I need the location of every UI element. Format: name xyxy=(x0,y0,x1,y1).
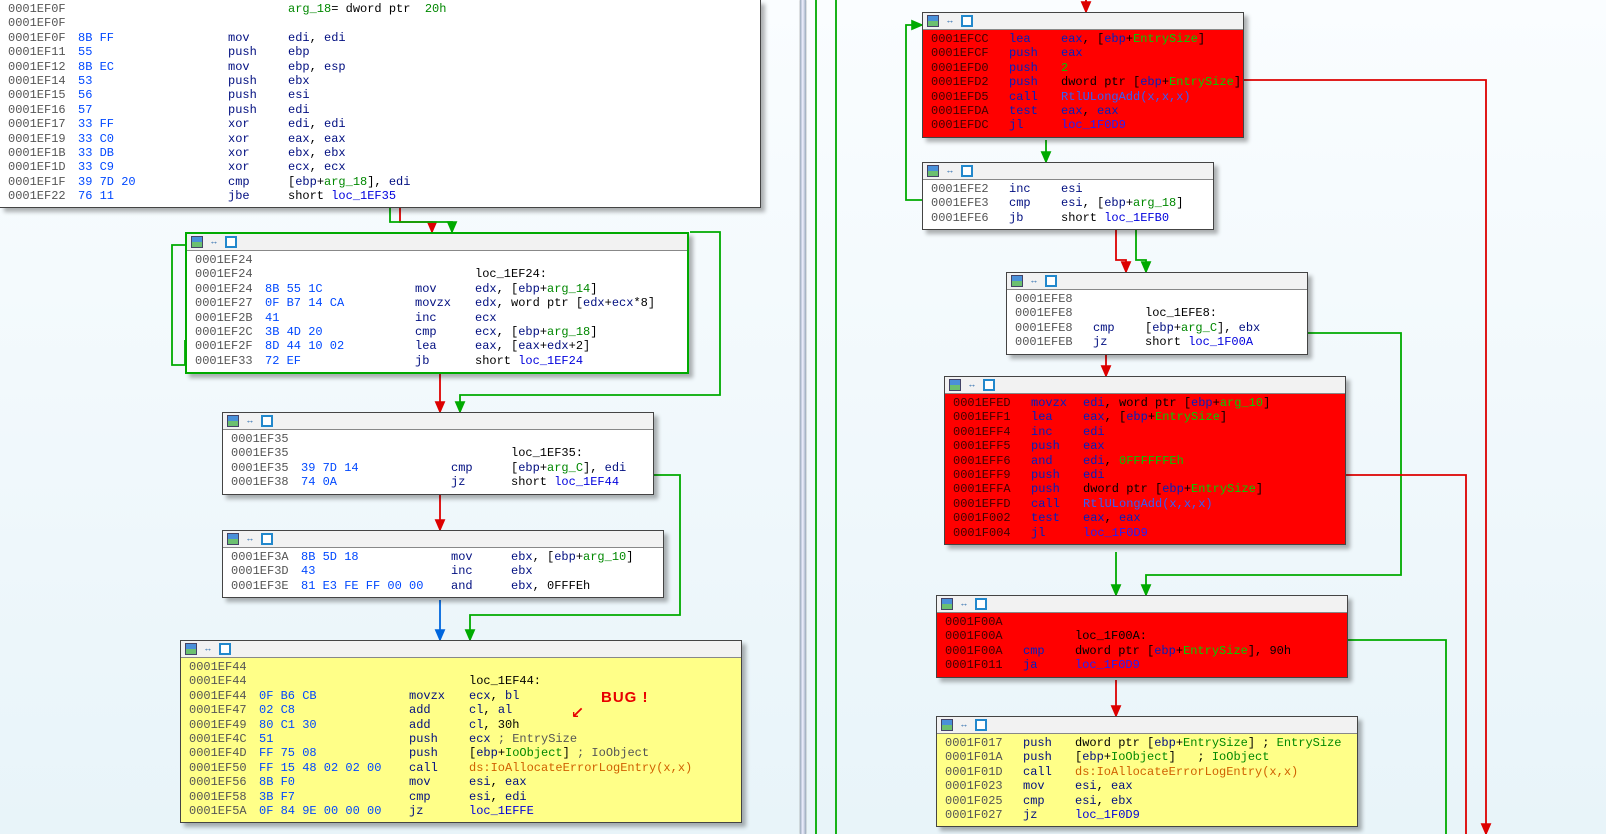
block-1ef24-loop[interactable]: ↔ 0001EF240001EF24loc_1EF24:0001EF248B 5… xyxy=(185,232,689,374)
block-1efed[interactable]: ↔ 0001EFEDmovzxedi, word ptr [ebp+arg_10… xyxy=(944,376,1346,545)
block-1f017[interactable]: ↔ 0001F017pushdword ptr [ebp+EntrySize] … xyxy=(936,716,1358,827)
bug-arrow-icon: ↙ xyxy=(571,699,584,725)
graph-icon xyxy=(191,236,203,248)
swap-icon: ↔ xyxy=(209,237,219,247)
block-1efcc[interactable]: ↔ 0001EFCCleaeax, [ebp+EntrySize]0001EFC… xyxy=(922,12,1244,138)
block-func-entry[interactable]: 0001EF0Farg_18= dword ptr 20h0001EF0F000… xyxy=(0,0,761,208)
block-1ef3a[interactable]: ↔ 0001EF3A8B 5D 18movebx, [ebp+arg_10]00… xyxy=(222,530,664,598)
grid-icon xyxy=(225,236,237,248)
block-titlebar: ↔ xyxy=(187,234,687,251)
block-1f00a[interactable]: ↔ 0001F00A0001F00Aloc_1F00A:0001F00Acmpd… xyxy=(936,595,1348,678)
bug-annotation: BUG ! xyxy=(601,689,649,707)
block-1efe8[interactable]: ↔ 0001EFE80001EFE8loc_1EFE8:0001EFE8cmp[… xyxy=(1006,272,1308,355)
block-1ef44-bug[interactable]: ↔ 0001EF440001EF44loc_1EF44:0001EF440F B… xyxy=(180,640,742,823)
canvas: 0001EF0Farg_18= dword ptr 20h0001EF0F000… xyxy=(0,0,1606,834)
right-pane[interactable]: ↔ 0001EFCCleaeax, [ebp+EntrySize]0001EFC… xyxy=(806,0,1606,834)
block-1efe2[interactable]: ↔ 0001EFE2incesi0001EFE3cmpesi, [ebp+arg… xyxy=(922,162,1214,230)
block-1ef35[interactable]: ↔ 0001EF350001EF35loc_1EF35:0001EF3539 7… xyxy=(222,412,654,495)
left-pane[interactable]: 0001EF0Farg_18= dword ptr 20h0001EF0F000… xyxy=(0,0,800,834)
